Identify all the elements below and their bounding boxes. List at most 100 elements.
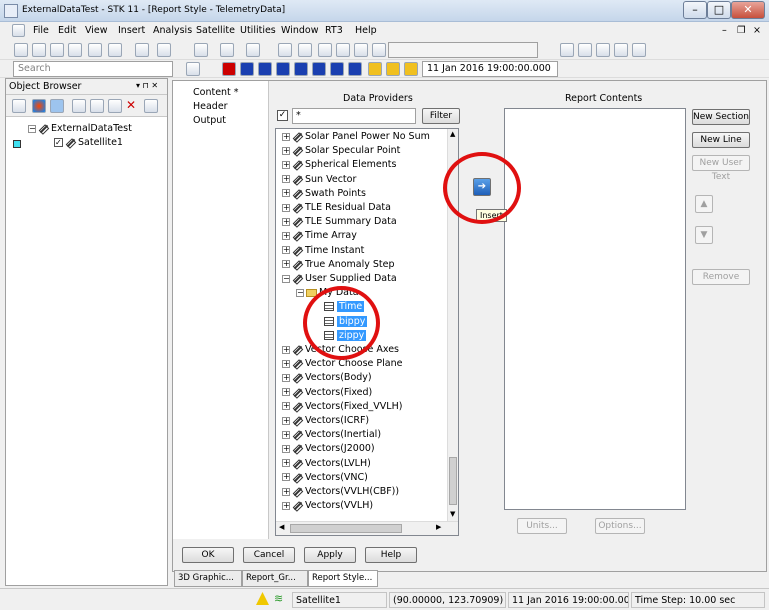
provider-item[interactable]: + Time Instant: [282, 245, 364, 259]
minimize-button[interactable]: –: [683, 1, 707, 19]
nav-header[interactable]: Header: [193, 101, 228, 112]
play-reverse-icon[interactable]: [258, 62, 272, 76]
move-down-button[interactable]: ▼: [695, 226, 713, 244]
antenna-icon[interactable]: [632, 43, 646, 57]
sensor-icon[interactable]: [336, 43, 350, 57]
expand-icon[interactable]: +: [282, 473, 290, 482]
realtime-icon[interactable]: [368, 62, 382, 76]
menu-utilities[interactable]: Utilities: [240, 25, 276, 36]
check-icon[interactable]: [50, 99, 64, 113]
apply-button[interactable]: Apply: [304, 547, 356, 563]
menu-rt3[interactable]: RT3: [325, 25, 343, 36]
expand-icon[interactable]: +: [282, 430, 290, 439]
filter-button[interactable]: Filter: [422, 108, 460, 124]
provider-item[interactable]: + TLE Summary Data: [282, 216, 397, 230]
chart-icon[interactable]: [246, 43, 260, 57]
provider-item[interactable]: + Vectors(ICRF): [282, 415, 369, 429]
expand-icon[interactable]: +: [282, 146, 290, 155]
tower-icon[interactable]: [614, 43, 628, 57]
provider-item[interactable]: + Spherical Elements: [282, 159, 396, 173]
remove-button[interactable]: Remove: [692, 269, 750, 285]
provider-item[interactable]: + Vectors(Inertial): [282, 429, 381, 443]
expand-icon[interactable]: +: [282, 175, 290, 184]
menu-insert[interactable]: Insert: [118, 25, 145, 36]
menu-help[interactable]: Help: [355, 25, 377, 36]
color-wheel-icon[interactable]: [32, 99, 46, 113]
play-icon[interactable]: [294, 62, 308, 76]
globe-icon[interactable]: [318, 43, 332, 57]
visibility-checkbox[interactable]: ✓: [54, 138, 63, 147]
current-time-field[interactable]: 11 Jan 2016 19:00:00.000: [422, 61, 558, 77]
access-icon[interactable]: [278, 43, 292, 57]
scenario-combo[interactable]: [388, 42, 538, 58]
new-line-button[interactable]: New Line: [692, 132, 750, 148]
clock-icon[interactable]: [404, 62, 418, 76]
step-forward-icon[interactable]: [312, 62, 326, 76]
scroll-down-icon[interactable]: ▼: [450, 510, 455, 518]
copy-icon[interactable]: [90, 99, 104, 113]
provider-item[interactable]: + Vector Choose Plane: [282, 358, 402, 372]
provider-item[interactable]: + Solar Panel Power No Sum: [282, 131, 430, 145]
scroll-up-icon[interactable]: ▲: [450, 130, 455, 138]
cancel-button[interactable]: Cancel: [243, 547, 295, 563]
horizontal-scroll-thumb[interactable]: [290, 524, 402, 533]
expand-icon[interactable]: +: [282, 189, 290, 198]
print-icon[interactable]: [135, 43, 149, 57]
provider-item[interactable]: + True Anomaly Step: [282, 259, 395, 273]
scroll-right-icon[interactable]: ▶: [436, 523, 441, 531]
provider-item[interactable]: + Vectors(Fixed): [282, 387, 372, 401]
reset-icon[interactable]: [222, 62, 236, 76]
expand-icon[interactable]: +: [282, 246, 290, 255]
tab-report-style[interactable]: Report Style...: [308, 570, 378, 587]
expand-icon[interactable]: +: [282, 359, 290, 368]
collapse-icon[interactable]: −: [282, 274, 290, 283]
filter-icon[interactable]: [220, 43, 234, 57]
expand-icon[interactable]: +: [282, 373, 290, 382]
maximize-button[interactable]: □: [707, 1, 731, 19]
menu-file[interactable]: File: [33, 25, 49, 36]
expand-icon[interactable]: +: [282, 402, 290, 411]
new-scenario-icon[interactable]: [12, 99, 26, 113]
provider-item[interactable]: + Vectors(LVLH): [282, 458, 371, 472]
step-back-icon[interactable]: [240, 62, 254, 76]
provider-item[interactable]: + Vectors(Body): [282, 372, 372, 386]
checklist-icon[interactable]: [578, 43, 592, 57]
provider-item[interactable]: + Vectors(J2000): [282, 443, 375, 457]
new-section-button[interactable]: New Section: [692, 109, 750, 125]
insert-object-icon[interactable]: [88, 43, 102, 57]
cut-icon[interactable]: [72, 99, 86, 113]
collapse-icon[interactable]: −: [28, 124, 36, 133]
provider-item[interactable]: + Vectors(VNC): [282, 472, 368, 486]
units-button[interactable]: Units...: [517, 518, 567, 534]
properties-icon[interactable]: [68, 43, 82, 57]
expand-icon[interactable]: +: [282, 416, 290, 425]
mdi-close-button[interactable]: ×: [753, 25, 761, 36]
expand-icon[interactable]: +: [282, 444, 290, 453]
menu-analysis[interactable]: Analysis: [153, 25, 192, 36]
data-icon[interactable]: [596, 43, 610, 57]
binoculars-icon[interactable]: [144, 99, 158, 113]
open-icon[interactable]: [32, 43, 46, 57]
provider-item[interactable]: + Vectors(Fixed_VVLH): [282, 401, 402, 415]
new-user-text-button[interactable]: New User Text: [692, 155, 750, 182]
mdi-minimize-button[interactable]: –: [722, 25, 727, 36]
faster-icon[interactable]: [330, 62, 344, 76]
tree-satellite[interactable]: ✓ Satellite1: [54, 137, 123, 151]
close-button[interactable]: ✕: [731, 1, 765, 19]
provider-item[interactable]: − User Supplied Data: [282, 273, 397, 287]
provider-item[interactable]: + Sun Vector: [282, 174, 356, 188]
filter-checkbox[interactable]: ✓: [277, 110, 288, 121]
tab-3d-graphics[interactable]: 3D Graphic...: [174, 570, 242, 587]
expand-icon[interactable]: +: [282, 459, 290, 468]
new-icon[interactable]: [14, 43, 28, 57]
save-icon[interactable]: [50, 43, 64, 57]
search-input[interactable]: Search: [13, 61, 173, 77]
provider-item[interactable]: + TLE Residual Data: [282, 202, 391, 216]
horizontal-scrollbar[interactable]: ◀ ▶: [276, 521, 458, 535]
tab-report-graph[interactable]: Report_Gr...: [242, 570, 308, 587]
expand-icon[interactable]: +: [282, 388, 290, 397]
help-button[interactable]: Help: [365, 547, 417, 563]
delete-icon[interactable]: ✕: [126, 98, 136, 112]
expand-icon[interactable]: +: [282, 160, 290, 169]
bulb-icon[interactable]: [108, 43, 122, 57]
